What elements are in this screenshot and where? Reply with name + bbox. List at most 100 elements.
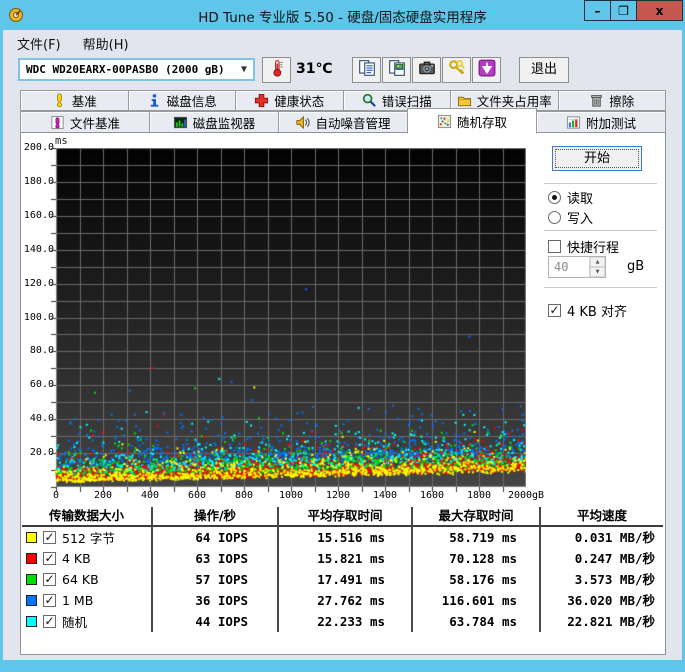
camera-button[interactable] [412, 57, 441, 83]
info-icon [147, 93, 162, 108]
tab-基准[interactable]: 基准 [20, 90, 129, 111]
tab-label: 基准 [71, 94, 97, 109]
thermometer-icon [268, 59, 286, 81]
table-cell-avg: 17.491 ms [279, 569, 413, 590]
start-button[interactable]: 开始 [552, 146, 642, 171]
tab-label: 文件基准 [69, 115, 120, 131]
table-cell-max: 58.719 ms [413, 527, 541, 548]
divider [544, 183, 657, 185]
table-row-label: ✓ 4 KB [22, 548, 153, 569]
series-color-swatch [26, 532, 37, 543]
capacity-value: 40 [554, 260, 569, 274]
tab-健康状态[interactable]: 健康状态 [235, 90, 344, 111]
series-checkbox[interactable]: ✓ [43, 615, 56, 628]
capacity-spinner[interactable]: 40 ▲ ▼ [548, 256, 606, 278]
write-radio-label: 写入 [567, 212, 594, 227]
app-window: HD Tune 专业版 5.50 - 硬盘/固态硬盘实用程序 – ❐ x 文件(… [0, 0, 685, 672]
copy-image-icon [388, 59, 406, 81]
menu-item-0[interactable]: 文件(F) [9, 32, 69, 55]
drive-select[interactable]: WDC WD20EARX-00PASB0 (2000 gB) ▼ [18, 58, 255, 81]
series-label: 1 MB [62, 593, 94, 608]
series-color-swatch [26, 574, 37, 585]
x-tick-label: 2000gB [507, 490, 545, 501]
window-title: HD Tune 专业版 5.50 - 硬盘/固态硬盘实用程序 [198, 10, 487, 26]
tab-文件基准[interactable]: 文件基准 [20, 111, 150, 133]
options-icon [448, 59, 466, 81]
x-tick-label: 0 [52, 490, 60, 501]
radio-icon [548, 191, 561, 204]
copy-text-button[interactable] [352, 57, 381, 83]
y-axis-unit-label: ms [55, 135, 68, 147]
tab-磁盘信息[interactable]: 磁盘信息 [127, 90, 236, 111]
tab-擦除[interactable]: 擦除 [557, 90, 666, 111]
series-checkbox[interactable]: ✓ [43, 573, 56, 586]
x-tick-label: 1000 [278, 490, 304, 501]
spinner-down-icon[interactable]: ▼ [590, 267, 605, 277]
series-color-swatch [26, 553, 37, 564]
options-button[interactable] [442, 57, 471, 83]
table-cell-spd: 0.031 MB/秒 [574, 530, 655, 545]
table-row-label: ✓ 64 KB [22, 569, 153, 590]
close-button[interactable]: x [636, 0, 683, 21]
tab-随机存取[interactable]: 随机存取 [407, 108, 537, 134]
x-tick-label: 200 [93, 490, 113, 501]
table-cell-ops: 57 IOPS [153, 569, 279, 590]
table-header: 传输数据大小 [22, 507, 153, 527]
series-checkbox[interactable]: ✓ [43, 552, 56, 565]
table-row-label: ✓ 随机 [22, 611, 153, 632]
table-cell-avg: 27.762 ms [279, 590, 413, 611]
capacity-unit-label: gB [627, 259, 645, 274]
tab-label: 磁盘监视器 [192, 115, 256, 131]
table-cell-ops: 44 IOPS [153, 611, 279, 632]
series-checkbox[interactable]: ✓ [43, 594, 56, 607]
title-bar: HD Tune 专业版 5.50 - 硬盘/固态硬盘实用程序 – ❐ x [0, 0, 685, 30]
tab-label: 自动噪音管理 [315, 115, 391, 131]
table-cell-spd: 3.573 MB/秒 [574, 572, 655, 587]
short-stroke-label: 快捷行程 [567, 241, 620, 256]
table-row-label: ✓ 512 字节 [22, 527, 153, 548]
short-stroke-checkbox[interactable]: 快捷行程 [548, 237, 619, 256]
maximize-button[interactable]: ❐ [610, 0, 637, 21]
table-header: 操作/秒 [153, 507, 279, 527]
series-label: 512 字节 [62, 531, 115, 546]
tab-磁盘监视器[interactable]: 磁盘监视器 [149, 111, 279, 133]
x-tick-label: 800 [234, 490, 254, 501]
tab-附加测试[interactable]: 附加测试 [536, 111, 666, 133]
menu-item-1[interactable]: 帮助(H) [75, 32, 137, 55]
lightbulb-icon [52, 93, 67, 108]
speaker-icon [295, 115, 311, 130]
spinner-up-icon[interactable]: ▲ [590, 257, 605, 267]
table-cell-ops: 36 IOPS [153, 590, 279, 611]
save-button[interactable] [472, 57, 501, 83]
table-cell-ops: 63 IOPS [153, 548, 279, 569]
exit-button[interactable]: 退出 [519, 57, 569, 83]
folder-icon [457, 93, 472, 108]
x-tick-label: 1800 [466, 490, 492, 501]
series-checkbox[interactable]: ✓ [43, 531, 56, 544]
tab-自动噪音管理[interactable]: 自动噪音管理 [278, 111, 408, 133]
read-radio[interactable]: 读取 [548, 188, 593, 207]
table-cell-avg: 15.516 ms [279, 527, 413, 548]
drive-select-value: WDC WD20EARX-00PASB0 (2000 gB) [26, 63, 225, 76]
minimize-button[interactable]: – [584, 0, 611, 21]
table-header: 平均速度 [541, 507, 663, 527]
save-icon [478, 59, 496, 81]
align-4kb-checkbox[interactable]: ✓ 4 KB 对齐 [548, 301, 627, 320]
x-tick-label: 1400 [372, 490, 398, 501]
table-cell-max: 58.176 ms [413, 569, 541, 590]
series-label: 4 KB [62, 551, 91, 566]
table-header: 平均存取时间 [279, 507, 413, 527]
chevron-down-icon: ▼ [240, 64, 247, 75]
menu-bar: 文件(F) 帮助(H) [9, 32, 143, 55]
trash-icon [589, 93, 604, 108]
temperature-button[interactable] [262, 57, 291, 83]
table-cell-max: 116.601 ms [413, 590, 541, 611]
checkbox-icon: ✓ [548, 303, 561, 317]
series-color-swatch [26, 595, 37, 606]
write-radio[interactable]: 写入 [548, 208, 593, 227]
tab-label: 附加测试 [585, 115, 636, 131]
copy-image-button[interactable] [382, 57, 411, 83]
table-cell-max: 70.128 ms [413, 548, 541, 569]
magnifier-icon [362, 93, 377, 108]
camera-icon [418, 59, 436, 81]
